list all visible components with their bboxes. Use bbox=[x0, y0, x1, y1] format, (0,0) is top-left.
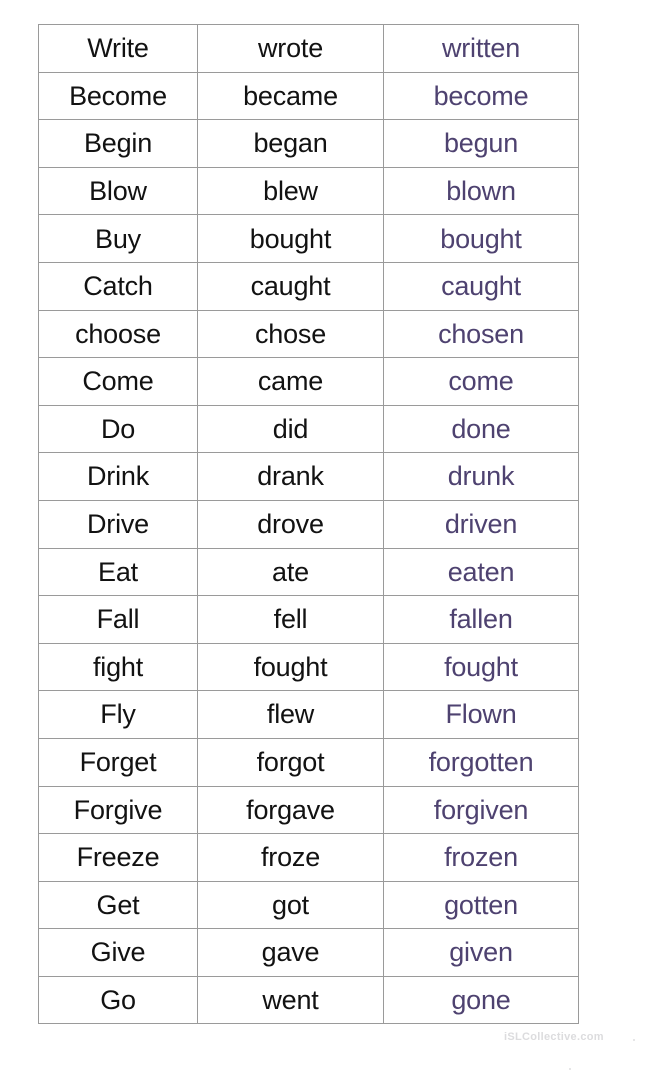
table-row: Blow blew blown bbox=[38, 166, 579, 216]
table-row: Go went gone bbox=[38, 975, 579, 1025]
base-form-cell: fight bbox=[38, 642, 198, 692]
past-simple-cell: went bbox=[197, 975, 384, 1025]
past-simple-cell: forgave bbox=[197, 785, 384, 835]
base-form-cell: Go bbox=[38, 975, 198, 1025]
base-form-cell: Buy bbox=[38, 214, 198, 263]
table-row: fight fought fought bbox=[38, 642, 579, 692]
table-row: Give gave given bbox=[38, 928, 579, 977]
past-participle-cell: caught bbox=[383, 261, 579, 311]
base-form-cell: Begin bbox=[38, 119, 198, 168]
base-form-cell: Become bbox=[38, 71, 198, 121]
past-participle-cell: blown bbox=[383, 166, 579, 216]
table-row: Come came come bbox=[38, 357, 579, 406]
table-row: Do did done bbox=[38, 404, 579, 454]
table-row: Forget forgot forgotten bbox=[38, 737, 579, 787]
table-row: Buy bought bought bbox=[38, 214, 579, 263]
past-simple-cell: flew bbox=[197, 690, 384, 739]
past-participle-cell: bought bbox=[383, 214, 579, 263]
base-form-cell: Do bbox=[38, 404, 198, 454]
past-simple-cell: forgot bbox=[197, 737, 384, 787]
past-participle-cell: gotten bbox=[383, 880, 579, 930]
table-row: Eat ate eaten bbox=[38, 547, 579, 597]
past-simple-cell: caught bbox=[197, 261, 384, 311]
table-row: Get got gotten bbox=[38, 880, 579, 930]
past-simple-cell: fell bbox=[197, 595, 384, 644]
past-participle-cell: chosen bbox=[383, 309, 579, 359]
table-row: Become became become bbox=[38, 71, 579, 121]
past-simple-cell: got bbox=[197, 880, 384, 930]
past-simple-cell: ate bbox=[197, 547, 384, 597]
past-participle-cell: given bbox=[383, 928, 579, 977]
base-form-cell: Drink bbox=[38, 452, 198, 501]
table-row: Catch caught caught bbox=[38, 261, 579, 311]
past-simple-cell: froze bbox=[197, 833, 384, 882]
base-form-cell: Write bbox=[38, 24, 198, 73]
table-row: Freeze froze frozen bbox=[38, 833, 579, 882]
table-row: Forgive forgave forgiven bbox=[38, 785, 579, 835]
table-row: Drive drove driven bbox=[38, 499, 579, 549]
past-participle-cell: forgiven bbox=[383, 785, 579, 835]
table-row: Begin began begun bbox=[38, 119, 579, 168]
irregular-verbs-table: Write wrote written Become became become Begin… bbox=[38, 24, 579, 1025]
past-participle-cell: drunk bbox=[383, 452, 579, 501]
past-simple-cell: blew bbox=[197, 166, 384, 216]
table-row: Fly flew Flown bbox=[38, 690, 579, 739]
past-simple-cell: fought bbox=[197, 642, 384, 692]
table-row: choose chose chosen bbox=[38, 309, 579, 359]
past-simple-cell: began bbox=[197, 119, 384, 168]
base-form-cell: Fall bbox=[38, 595, 198, 644]
base-form-cell: Blow bbox=[38, 166, 198, 216]
speck-dot-bottom bbox=[569, 1068, 571, 1070]
past-participle-cell: written bbox=[383, 24, 579, 73]
past-participle-cell: forgotten bbox=[383, 737, 579, 787]
past-simple-cell: came bbox=[197, 357, 384, 406]
past-participle-cell: come bbox=[383, 357, 579, 406]
past-simple-cell: chose bbox=[197, 309, 384, 359]
base-form-cell: Give bbox=[38, 928, 198, 977]
base-form-cell: Come bbox=[38, 357, 198, 406]
past-simple-cell: drank bbox=[197, 452, 384, 501]
past-simple-cell: did bbox=[197, 404, 384, 454]
table-row: Drink drank drunk bbox=[38, 452, 579, 501]
past-participle-cell: eaten bbox=[383, 547, 579, 597]
past-participle-cell: fought bbox=[383, 642, 579, 692]
past-participle-cell: frozen bbox=[383, 833, 579, 882]
table-row: Write wrote written bbox=[38, 24, 579, 73]
past-participle-cell: gone bbox=[383, 975, 579, 1025]
past-participle-cell: done bbox=[383, 404, 579, 454]
table-row: Fall fell fallen bbox=[38, 595, 579, 644]
islcollective-watermark: iSLCollective.com bbox=[504, 1031, 604, 1043]
base-form-cell: Catch bbox=[38, 261, 198, 311]
past-simple-cell: gave bbox=[197, 928, 384, 977]
worksheet-page: Write wrote written Become became become Begin… bbox=[0, 0, 655, 1080]
past-participle-cell: Flown bbox=[383, 690, 579, 739]
past-simple-cell: bought bbox=[197, 214, 384, 263]
base-form-cell: Forgive bbox=[38, 785, 198, 835]
base-form-cell: Freeze bbox=[38, 833, 198, 882]
base-form-cell: Forget bbox=[38, 737, 198, 787]
past-simple-cell: drove bbox=[197, 499, 384, 549]
past-simple-cell: became bbox=[197, 71, 384, 121]
past-participle-cell: begun bbox=[383, 119, 579, 168]
past-participle-cell: driven bbox=[383, 499, 579, 549]
base-form-cell: Get bbox=[38, 880, 198, 930]
base-form-cell: Drive bbox=[38, 499, 198, 549]
past-participle-cell: fallen bbox=[383, 595, 579, 644]
verb-table-body: Write wrote written Become became become Begin… bbox=[38, 24, 579, 1025]
speck-dot-right bbox=[633, 1039, 635, 1041]
past-participle-cell: become bbox=[383, 71, 579, 121]
past-simple-cell: wrote bbox=[197, 24, 384, 73]
base-form-cell: choose bbox=[38, 309, 198, 359]
base-form-cell: Eat bbox=[38, 547, 198, 597]
base-form-cell: Fly bbox=[38, 690, 198, 739]
